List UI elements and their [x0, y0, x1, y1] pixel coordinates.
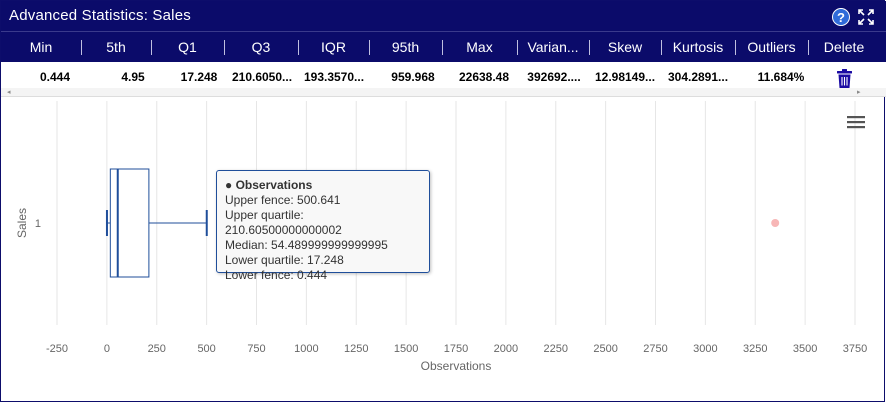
- x-tick-label: 1000: [294, 343, 318, 355]
- tooltip-lower-fence: Lower fence: 0.444: [225, 268, 328, 282]
- observations-tooltip: ● Observations Upper fence: 500.641 Uppe…: [216, 170, 430, 282]
- title-bar: Advanced Statistics: Sales ?: [1, 1, 886, 31]
- boxplot-svg: -250 0 250 500 750 1000 1250 1500 1750 2000 2250 25…: [15, 101, 867, 373]
- cell-5th: 4.95: [121, 70, 145, 84]
- header-max[interactable]: Max: [442, 32, 517, 63]
- x-tick-label: 1500: [394, 343, 418, 355]
- cell-kurtosis: 304.2891...: [667, 70, 729, 84]
- header-variance[interactable]: Varian...: [517, 32, 589, 63]
- x-tick-label: 1250: [344, 343, 368, 355]
- tooltip-upper-fence: Upper fence: 500.641: [225, 193, 341, 207]
- x-tick-label: -250: [46, 343, 68, 355]
- advanced-statistics-panel: Advanced Statistics: Sales ? Min 5th Q1 …: [0, 0, 886, 402]
- tooltip-title: ● Observations: [225, 178, 313, 192]
- hamburger-menu-icon[interactable]: [847, 115, 865, 129]
- stats-header-row: Min 5th Q1 Q3 IQR 95th Max Varian... Ske…: [1, 31, 886, 62]
- tooltip-upper-quartile: Upper quartile: 210.60500000000002: [225, 208, 342, 237]
- x-tick-label: 0: [104, 343, 110, 355]
- panel-title: Advanced Statistics: Sales: [9, 7, 191, 24]
- x-axis-title: Observations: [421, 359, 492, 373]
- x-tick-label: 3750: [843, 343, 867, 355]
- x-tick-label: 2750: [643, 343, 667, 355]
- cell-min: 0.444: [39, 70, 71, 84]
- x-tick-label: 250: [148, 343, 166, 355]
- x-tick-label: 2000: [494, 343, 518, 355]
- x-tick-label: 2250: [544, 343, 568, 355]
- header-delete[interactable]: Delete: [808, 32, 880, 63]
- x-tick-label: 1750: [444, 343, 468, 355]
- x-tick-label: 3000: [693, 343, 717, 355]
- header-q3[interactable]: Q3: [224, 32, 298, 63]
- help-button[interactable]: ?: [832, 8, 850, 26]
- cell-variance: 392692....: [527, 70, 581, 84]
- header-min[interactable]: Min: [1, 32, 81, 63]
- header-skew[interactable]: Skew: [589, 32, 661, 63]
- tooltip-median: Median: 54.489999999999995: [225, 238, 388, 252]
- header-5th[interactable]: 5th: [81, 32, 151, 63]
- x-tick-label: 500: [197, 343, 215, 355]
- cell-95th: 959.968: [391, 70, 435, 84]
- cell-max: 22638.48: [458, 70, 510, 84]
- tooltip-lower-quartile: Lower quartile: 17.248: [225, 253, 344, 267]
- scroll-left-arrow-icon[interactable]: ◂: [7, 88, 11, 97]
- cell-outliers: 11.684%: [757, 70, 805, 84]
- x-tick-label: 3500: [793, 343, 817, 355]
- help-icon: ?: [837, 10, 845, 25]
- boxplot-chart: -250 0 250 500 750 1000 1250 1500 1750 2000 2250 25…: [1, 98, 886, 402]
- x-tick-label: 2500: [593, 343, 617, 355]
- trash-icon[interactable]: [836, 69, 853, 88]
- horizontal-scrollbar[interactable]: ◂ ▸: [1, 88, 886, 97]
- header-iqr[interactable]: IQR: [298, 32, 369, 63]
- x-tick-label: 3250: [743, 343, 767, 355]
- header-kurtosis[interactable]: Kurtosis: [661, 32, 735, 63]
- header-95th[interactable]: 95th: [369, 32, 442, 63]
- x-tick-label: 750: [247, 343, 265, 355]
- cell-iqr: 193.3570...: [303, 70, 365, 84]
- expand-icon[interactable]: [857, 8, 875, 26]
- outlier-point: [771, 219, 780, 227]
- cell-q3: 210.6050...: [231, 70, 293, 84]
- cell-skew: 12.98149...: [594, 70, 656, 84]
- header-q1[interactable]: Q1: [151, 32, 224, 63]
- y-axis-title: Sales: [15, 208, 29, 238]
- header-outliers[interactable]: Outliers: [735, 32, 808, 63]
- stats-data-row: 0.444 4.95 17.248 210.6050... 193.3570..…: [1, 62, 886, 88]
- interquartile-box: [109, 168, 150, 278]
- y-category-label: 1: [35, 218, 41, 230]
- scroll-right-arrow-icon[interactable]: ▸: [857, 88, 861, 97]
